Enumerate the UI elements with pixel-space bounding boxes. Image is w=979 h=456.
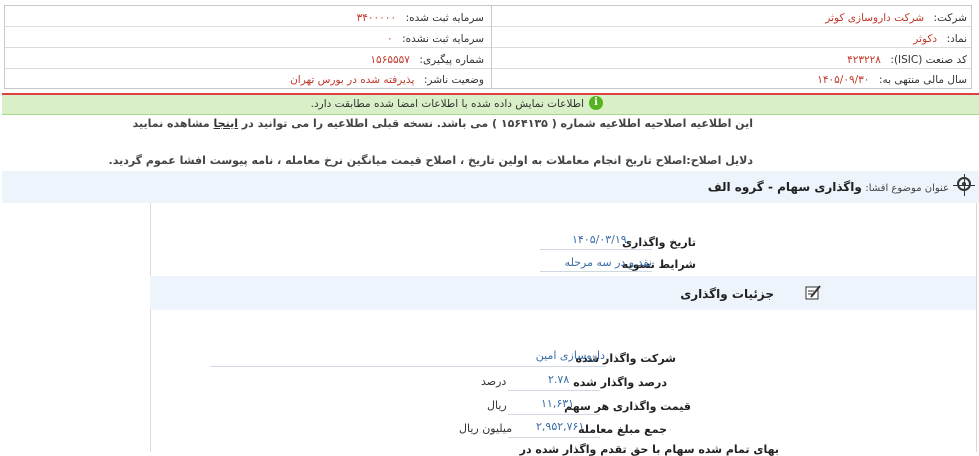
row-divider [5, 47, 971, 48]
terms-underline [540, 271, 652, 272]
tracking-row: شماره پیگیری: ۱۵۶۵۵۵۷ [370, 53, 484, 66]
fiscal-year-value: ۱۴۰۵/۰۹/۳۰ [817, 74, 870, 86]
panel-border-right [976, 203, 977, 452]
settlement-terms-value: نقد و در سه مرحله [564, 256, 652, 269]
correction-reasons: دلایل اصلاح:اصلاح تاریخ انجام معاملات به… [108, 154, 753, 167]
date-underline [540, 249, 652, 250]
panel-border-left [150, 203, 151, 452]
isic-row: کد صنعت (ISIC): ۴۲۳۲۲۸ [847, 53, 967, 66]
correction-notice: این اطلاعیه اصلاحیه اطلاعیه شماره ( ۱۵۶۴… [133, 117, 753, 130]
topic-label: عنوان موضوع افشا: [865, 183, 949, 194]
publisher-status-row: وضعیت ناشر: پذیرفته شده در بورس تهران [290, 73, 484, 86]
column-divider [491, 6, 492, 88]
cost-basis-label: بهای تمام شده سهام با حق تقدم واگذار شده… [519, 443, 779, 456]
share-price-value: ۱۱,۶۳۱ [541, 397, 575, 410]
target-icon [957, 177, 971, 191]
transferred-company-value: داروسازی امین [535, 349, 605, 362]
isic-value: ۴۲۳۲۲۸ [847, 54, 881, 66]
fiscal-year-label: سال مالی منتهی به: [878, 74, 967, 86]
total-amount-label: جمع مبلغ معامله [578, 423, 667, 436]
unregistered-capital-label: سرمایه ثبت نشده: [402, 33, 484, 45]
total-amount-unit: میلیون ریال [459, 422, 513, 435]
topic-value: واگذاری سهام - گروه الف [707, 180, 862, 194]
total-underline [508, 437, 600, 438]
symbol-value: دکوثر [913, 33, 938, 45]
share-price-unit: ریال [487, 399, 507, 412]
registered-capital-label: سرمایه ثبت شده: [405, 12, 484, 24]
fiscal-year-row: سال مالی منتهی به: ۱۴۰۵/۰۹/۳۰ [817, 73, 967, 86]
percent-underline [508, 390, 600, 391]
tracking-value: ۱۵۶۵۵۵۷ [370, 54, 410, 66]
transfer-date-label: تاریخ واگذاری [621, 236, 696, 249]
transfer-percent-label: درصد واگذار شده [573, 376, 667, 389]
company-value: شرکت داروسازی کوثر [825, 12, 925, 24]
edit-icon [805, 285, 821, 300]
share-price-label: قیمت واگذاری هر سهم [564, 400, 691, 413]
publisher-status-value: پذیرفته شده در بورس تهران [290, 74, 415, 86]
previous-version-link[interactable]: اینجا [214, 117, 238, 130]
isic-label: کد صنعت (ISIC): [890, 54, 967, 66]
company-underline [210, 366, 606, 367]
registered-capital-row: سرمایه ثبت شده: ۳۴۰۰۰۰۰ [357, 11, 484, 24]
transfer-percent-unit: درصد [481, 375, 507, 388]
verification-text: اطلاعات نمایش داده شده با اطلاعات امضا ش… [310, 98, 584, 110]
topic-row: عنوان موضوع افشا: واگذاری سهام - گروه ال… [708, 180, 949, 194]
transfer-percent-value: ۲.۷۸ [548, 373, 570, 386]
company-info-table: شرکت: شرکت داروسازی کوثر نماد: دکوثر کد … [4, 5, 972, 89]
publisher-status-label: وضعیت ناشر: [423, 74, 484, 86]
correction-text-after: مشاهده نمایید [132, 117, 210, 130]
total-amount-value: ۲,۹۵۲,۷۶۱ [536, 420, 585, 433]
symbol-row: نماد: دکوثر [913, 32, 967, 45]
registered-capital-value: ۳۴۰۰۰۰۰ [356, 12, 397, 24]
tracking-label: شماره پیگیری: [419, 54, 484, 66]
transfer-date-value: ۱۴۰۵/۰۳/۱۹ [572, 233, 627, 246]
company-label: شرکت: [933, 12, 967, 24]
row-divider [5, 26, 971, 27]
correction-text-before: این اطلاعیه اصلاحیه اطلاعیه شماره ( ۱۵۶۴… [241, 117, 753, 130]
row-divider [5, 68, 971, 69]
unregistered-capital-value: ۰ [386, 33, 393, 45]
info-icon: i [589, 96, 603, 110]
company-row: شرکت: شرکت داروسازی کوثر [825, 11, 967, 24]
price-underline [508, 414, 600, 415]
unregistered-capital-row: سرمایه ثبت نشده: ۰ [387, 32, 484, 45]
symbol-label: نماد: [946, 33, 967, 45]
details-section-bar [150, 276, 976, 310]
details-section-title: جزئیات واگذاری [680, 287, 774, 301]
